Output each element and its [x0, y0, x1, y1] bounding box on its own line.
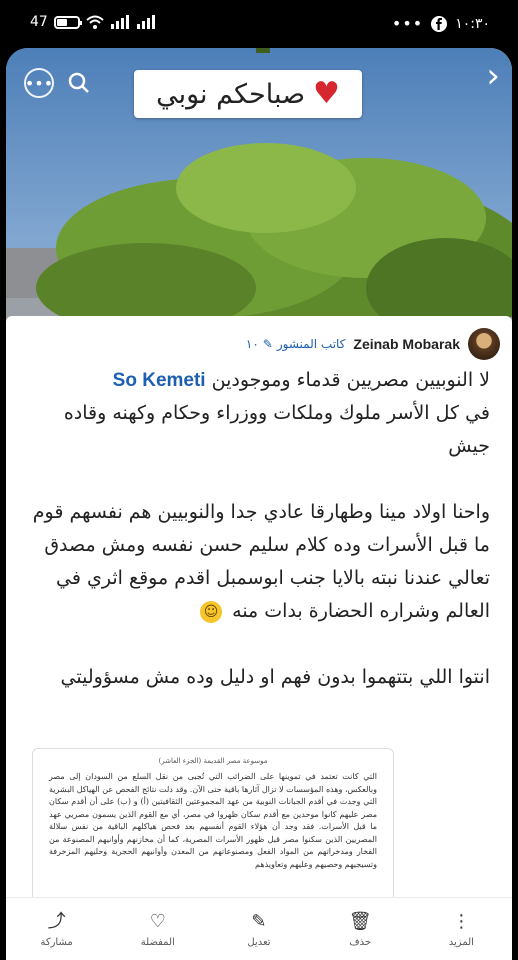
wifi-icon: [86, 15, 104, 29]
status-left: 47: [30, 14, 156, 30]
favorite-button[interactable]: ♡ المفضلة: [118, 911, 198, 948]
banner-text: صباحكم نوبي: [156, 78, 306, 110]
share-button[interactable]: ⤴ مشاركة: [17, 911, 97, 948]
more-icon: •••: [391, 14, 424, 33]
delete-icon: 🗑: [348, 910, 372, 932]
author-row: كاتب المنشور ✎ ١٠ Zeinab Mobarak: [246, 328, 500, 360]
story-screen: ••• › صباحكم نوبي ♥ كاتب المنشور ✎ ١٠ Ze…: [6, 48, 512, 960]
favorite-icon: ♡: [149, 910, 166, 932]
nav-label: مشاركة: [40, 936, 73, 948]
post-text: لا النوبيين مصريين قدماء وموجودين So Kem…: [28, 364, 490, 727]
post-paragraph-1: لا النوبيين مصريين قدماء وموجودين So Kem…: [28, 364, 490, 463]
more-vertical-button[interactable]: ⋮ المزيد: [421, 911, 501, 948]
more-options-icon[interactable]: •••: [24, 68, 54, 98]
author-name[interactable]: Zeinab Mobarak: [353, 336, 460, 352]
post-paragraph-3: انتوا اللي بتتهموا بدون فهم او دليل وده …: [60, 666, 490, 688]
next-arrow-icon[interactable]: ›: [486, 56, 500, 96]
battery-fill: [56, 18, 68, 26]
battery-percent: 47: [30, 14, 48, 30]
author-count: ١٠: [245, 337, 259, 351]
share-icon: ⤴: [47, 910, 66, 932]
pencil-icon: ✎: [262, 337, 273, 351]
post-paragraph-2: واحنا اولاد مينا وطهارقا عادي جدا والنوب…: [28, 496, 490, 628]
search-icon[interactable]: [64, 68, 94, 98]
author-meta: كاتب المنشور ✎ ١٠: [246, 337, 346, 351]
clock: ١٠:٣٠: [455, 15, 490, 32]
document-body: التي كانت تعتمد في تموينها على الضرائب ا…: [49, 772, 377, 869]
post-line-2: في كل الأسر ملوك وملكات ووزراء وحكام وكه…: [63, 402, 490, 457]
status-right: ••• ١٠:٣٠: [392, 14, 490, 33]
nav-label: المزيد: [448, 936, 474, 948]
signal-icon: [110, 15, 129, 29]
nav-label: تعديل: [247, 936, 271, 948]
edit-icon: ✎: [251, 910, 267, 932]
greeting-banner: صباحكم نوبي ♥: [134, 70, 362, 118]
heart-icon: ♥: [313, 76, 340, 111]
avatar[interactable]: [468, 328, 500, 360]
author-role: كاتب المنشور: [276, 337, 346, 351]
smile-emoji-icon: ☺: [200, 600, 223, 623]
battery-icon: [53, 15, 82, 29]
post-paragraph-2-text: واحنا اولاد مينا وطهارقا عادي جدا والنوب…: [32, 501, 490, 622]
more-vertical-icon: ⋮: [452, 910, 471, 932]
delete-button[interactable]: 🗑 حذف: [320, 911, 400, 948]
document-title: موسوعة مصر القديمة (الجزء العاشر): [158, 757, 268, 765]
signal-icon: [136, 15, 155, 29]
edit-button[interactable]: ✎ تعديل: [219, 911, 299, 948]
post-card: كاتب المنشور ✎ ١٠ Zeinab Mobarak لا النو…: [6, 316, 512, 960]
post-line-1: لا النوبيين مصريين قدماء وموجودين: [211, 369, 490, 391]
nav-label: المفضلة: [140, 936, 175, 948]
facebook-icon: [431, 15, 448, 32]
bottom-action-bar: ⤴ مشاركة ♡ المفضلة ✎ تعديل 🗑 حذف ⋮ المزيد: [6, 897, 512, 960]
nav-label: حذف: [349, 936, 372, 948]
mention-link[interactable]: So Kemeti: [113, 370, 206, 391]
status-bar: 47 ••• ١٠:٣٠: [0, 0, 518, 50]
